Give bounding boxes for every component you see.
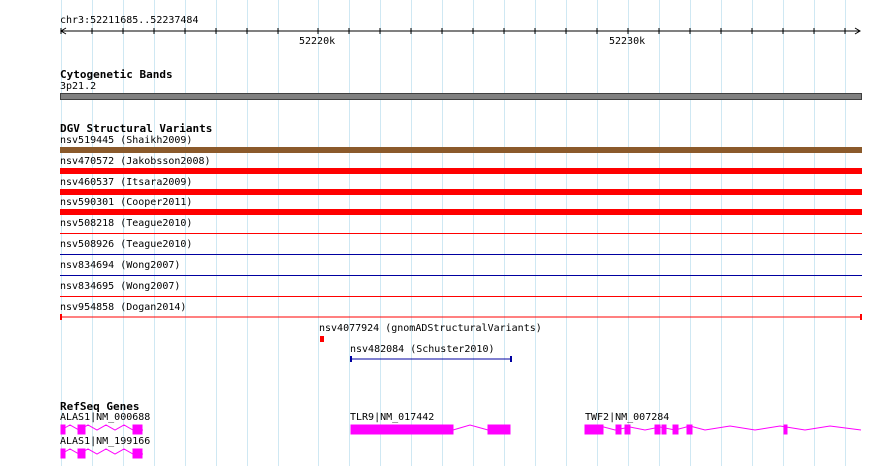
refseq-gene-models[interactable] <box>0 0 890 466</box>
gene-model-tlr9[interactable] <box>350 424 511 435</box>
gene-model-alas1-nm-000688[interactable] <box>60 424 143 435</box>
gene-model-twf2[interactable] <box>584 424 862 435</box>
genome-browser-view: chr3:52211685..52237484 52220k 52230k Cy… <box>0 0 890 466</box>
gene-model-alas1-nm-199166[interactable] <box>60 448 143 459</box>
